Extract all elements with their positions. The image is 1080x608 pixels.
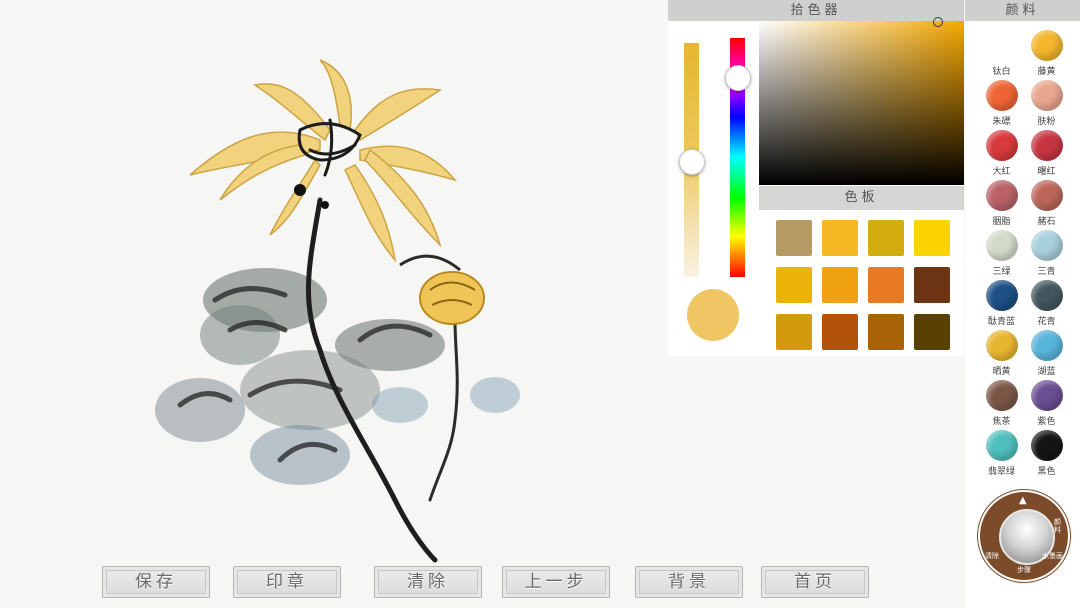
pigment-name: 朱磦: [992, 117, 1011, 127]
pigment-item[interactable]: 花青: [1024, 280, 1069, 327]
color-picker-panel: 拾色器 色板: [668, 0, 964, 356]
pigment-item[interactable]: 晒黄: [979, 330, 1024, 377]
pigment-item[interactable]: 藤黄: [1024, 30, 1069, 77]
opacity-slider-handle[interactable]: [679, 149, 705, 175]
palette-swatch[interactable]: [868, 220, 904, 256]
pigment-item[interactable]: 湖蓝: [1024, 330, 1069, 377]
palette-swatch[interactable]: [822, 314, 858, 350]
wheel-steps-label[interactable]: 步骤: [1017, 566, 1031, 574]
pigment-item[interactable]: 赭石: [1024, 180, 1069, 227]
pigment-name: 湖蓝: [1037, 367, 1056, 377]
palette-swatch[interactable]: [776, 220, 812, 256]
palette-swatch[interactable]: [776, 267, 812, 303]
pigment-color-circle[interactable]: [1030, 130, 1063, 161]
pigment-name: 钛白: [992, 67, 1011, 77]
pigment-item[interactable]: 三青: [1024, 230, 1069, 277]
pigment-color-circle[interactable]: [1030, 280, 1063, 311]
wheel-pigment-label[interactable]: 颜料: [1054, 518, 1062, 534]
color-preview: [687, 289, 739, 341]
seal-button[interactable]: 印章: [233, 566, 341, 598]
pigment-item[interactable]: 肤粉: [1024, 80, 1069, 127]
pigment-name: 赭石: [1037, 217, 1056, 227]
pigment-item[interactable]: 曙红: [1024, 130, 1069, 177]
palette-swatch[interactable]: [822, 220, 858, 256]
pigment-item[interactable]: 紫色: [1024, 380, 1069, 427]
pigment-color-circle[interactable]: [985, 180, 1018, 211]
pigment-item[interactable]: 黑色: [1024, 430, 1069, 477]
pigment-color-circle[interactable]: [985, 430, 1018, 461]
pigment-item[interactable]: 酞青蓝: [979, 280, 1024, 327]
wheel-inkwash-label[interactable]: 水墨画: [1042, 552, 1063, 560]
pigment-name: 黑色: [1037, 467, 1056, 477]
palette-swatch[interactable]: [914, 314, 950, 350]
wheel-clear-label[interactable]: 清除: [985, 552, 999, 560]
pigment-name: 肤粉: [1037, 117, 1056, 127]
clear-button[interactable]: 清除: [374, 566, 482, 598]
palette-swatch[interactable]: [776, 314, 812, 350]
hue-slider-handle[interactable]: [725, 65, 751, 91]
pigment-item[interactable]: 翡翠绿: [979, 430, 1024, 477]
pigment-color-circle[interactable]: [1030, 230, 1063, 261]
pigment-name: 花青: [1037, 317, 1056, 327]
palette-swatch[interactable]: [914, 220, 950, 256]
pigment-color-circle[interactable]: [985, 80, 1018, 111]
pigment-color-circle[interactable]: [1030, 80, 1063, 111]
pigment-color-circle[interactable]: [1030, 30, 1063, 61]
color-picker-title: 拾色器: [668, 0, 964, 21]
pigment-item[interactable]: 胭脂: [979, 180, 1024, 227]
chrysanthemum-painting: [155, 59, 520, 563]
pigment-item[interactable]: 焦茶: [979, 380, 1024, 427]
pigment-item[interactable]: 钛白: [979, 30, 1024, 77]
palette-swatch-grid: [776, 220, 952, 350]
palette-swatch[interactable]: [914, 267, 950, 303]
pigment-color-circle[interactable]: [1030, 380, 1063, 411]
pigment-name: 大红: [992, 167, 1011, 177]
pigment-name: 焦茶: [992, 417, 1011, 427]
pigment-color-circle[interactable]: [1030, 180, 1063, 211]
pigment-item[interactable]: 三绿: [979, 230, 1024, 277]
pigments-title: 颜料: [965, 0, 1080, 21]
pigment-name: 三青: [1037, 267, 1056, 277]
home-button[interactable]: 首页: [761, 566, 869, 598]
palette-swatch[interactable]: [868, 267, 904, 303]
palette-title: 色板: [759, 186, 964, 210]
pigment-name: 三绿: [992, 267, 1011, 277]
pigment-name: 紫色: [1037, 417, 1056, 427]
pigment-item[interactable]: 大红: [979, 130, 1024, 177]
tool-wheel[interactable]: ▲ 清除 步骤 颜料 水墨画: [978, 490, 1070, 582]
pigment-name: 酞青蓝: [987, 317, 1015, 327]
pigment-name: 胭脂: [992, 217, 1011, 227]
pigment-name: 翡翠绿: [987, 467, 1015, 477]
pigment-color-circle[interactable]: [1030, 430, 1063, 461]
pigment-color-circle[interactable]: [1030, 330, 1063, 361]
color-cursor[interactable]: [933, 17, 943, 27]
saturation-value-picker[interactable]: [759, 17, 964, 185]
pigment-color-circle[interactable]: [985, 330, 1018, 361]
save-button[interactable]: 保存: [102, 566, 210, 598]
chevron-up-icon[interactable]: ▲: [1019, 495, 1027, 506]
pigment-color-circle[interactable]: [985, 230, 1018, 261]
pigment-color-circle[interactable]: [985, 280, 1018, 311]
pigment-color-circle[interactable]: [985, 130, 1018, 161]
pigment-name: 曙红: [1037, 167, 1056, 177]
pigment-color-circle[interactable]: [985, 380, 1018, 411]
pigment-name: 晒黄: [992, 367, 1011, 377]
pigment-name: 藤黄: [1037, 67, 1056, 77]
undo-button[interactable]: 上一步: [502, 566, 610, 598]
palette-swatch[interactable]: [822, 267, 858, 303]
palette-swatch[interactable]: [868, 314, 904, 350]
background-button[interactable]: 背景: [635, 566, 743, 598]
pigment-list: 钛白 藤黄朱磦 肤粉大红 曙红胭脂 赭石三绿 三青酞青蓝 花青晒黄 湖蓝焦茶 紫色翡翠绿 黑色: [979, 30, 1069, 477]
pigment-item[interactable]: 朱磦: [979, 80, 1024, 127]
pigment-color-circle[interactable]: [985, 30, 1018, 61]
